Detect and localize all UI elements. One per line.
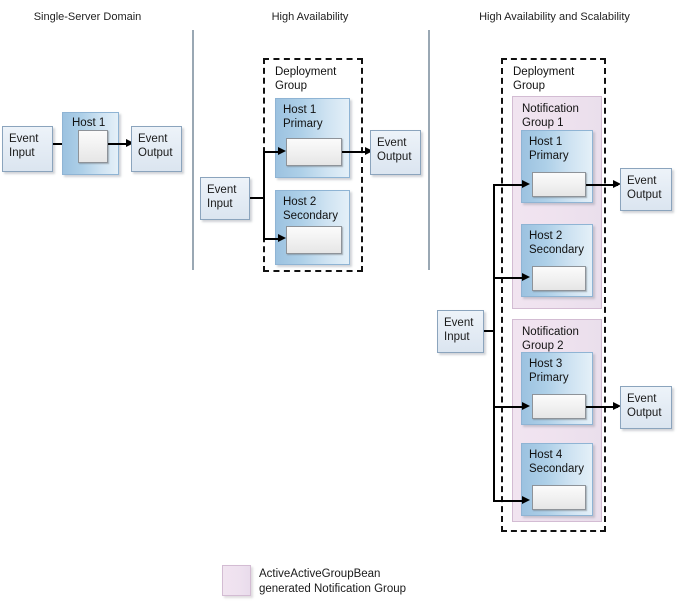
p2-event-output: Event Output [370,130,421,175]
p3-arrow-into-host-1 [522,180,530,188]
p3-arrow-into-host-3 [522,402,530,410]
p3-notification-group-1-label: Notification Group 1 [522,103,579,129]
p2-event-input: Event Input [200,177,250,220]
p3-arrow-into-host-2 [522,273,530,281]
p2-arrow-into-host-2 [278,234,286,242]
p1-event-input: Event Input [2,126,53,172]
p3-event-output-2: Event Output [620,386,672,429]
p2-host-label-2: Host 2 Secondary [283,196,338,222]
p3-notification-group-2-label: Notification Group 2 [522,326,579,352]
p3-host-label-1: Host 1 Primary [529,136,569,162]
panel-divider-left [192,30,194,270]
p3-connector-to-host-3 [493,406,525,408]
p3-host-inner-4 [532,485,586,510]
legend-label-notification-group: ActiveActiveGroupBean generated Notifica… [259,568,407,595]
p2-host-inner-2 [286,226,342,254]
p3-arrow-into-host-4 [522,496,530,504]
panel-title-single-server: Single-Server Domain [33,11,142,23]
p1-host-inner-1 [78,130,108,163]
legend-swatch-notification-group [222,565,251,596]
p1-connector-host-to-output [108,143,128,145]
p3-connector-to-host-2 [493,277,525,279]
p3-host-inner-2 [532,266,586,291]
diagram-canvas: Single-Server Domain High Availability H… [0,0,680,608]
p3-deployment-group-label: Deployment Group [513,66,575,92]
p2-arrow-into-host-1 [278,147,286,155]
p3-host-label-2: Host 2 Secondary [529,230,584,256]
p3-connector-to-host-4 [493,500,525,502]
p2-connector-input-stub [250,197,264,199]
p3-event-input: Event Input [437,310,484,353]
p2-host-inner-1 [286,138,342,166]
p3-connector-vertical-bus [493,184,495,500]
panel-title-high-availability-and-scalability: High Availability and Scalability [479,11,630,23]
p1-host-label-1: Host 1 [72,117,106,129]
p3-host-label-3: Host 3 Primary [529,358,569,384]
p3-connector-to-host-1 [493,184,525,186]
p2-deployment-group-label: Deployment Group [275,66,337,92]
p2-host-label-1: Host 1 Primary [283,104,323,130]
panel-title-high-availability: High Availability [271,11,349,23]
p3-host-inner-1 [532,172,586,197]
p3-event-output-1: Event Output [620,168,672,211]
p2-connector-vertical-bus [263,151,265,239]
p1-event-output: Event Output [131,126,182,172]
p3-host-label-4: Host 4 Secondary [529,449,584,475]
panel-divider-right [428,30,430,270]
p3-host-inner-3 [532,394,586,419]
